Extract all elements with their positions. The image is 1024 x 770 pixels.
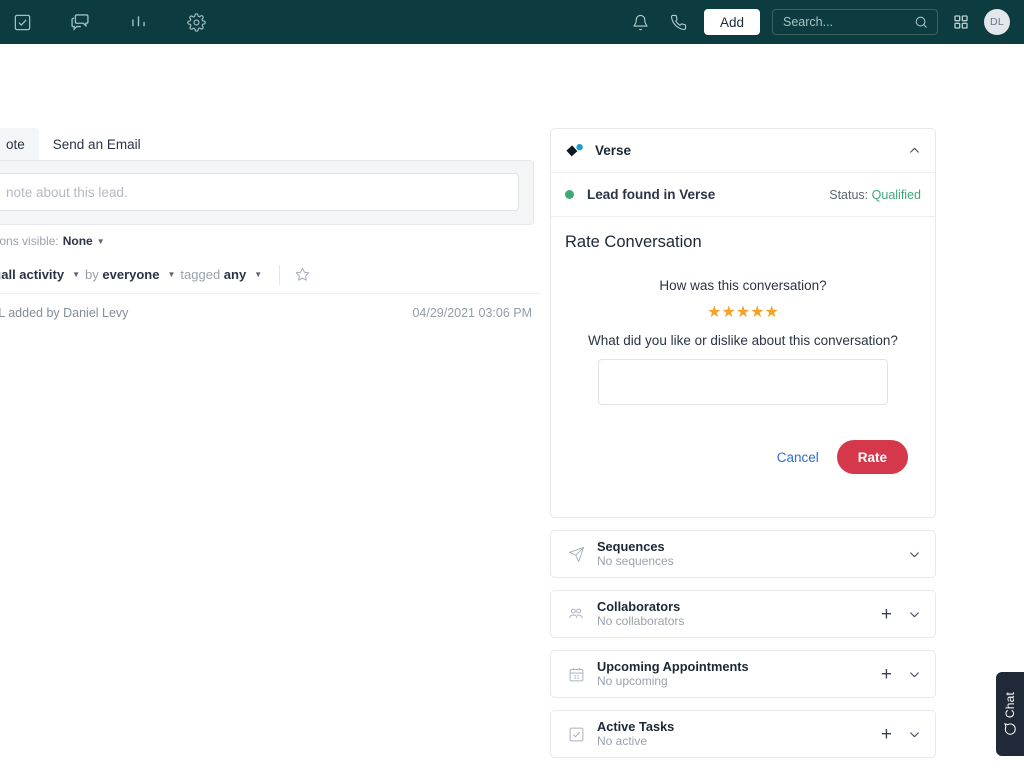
feedback-textarea[interactable] — [598, 359, 888, 405]
verse-status-label: Lead found in Verse — [587, 187, 716, 202]
verse-status-row: Lead found in Verse Status: Qualified — [551, 173, 935, 217]
divider — [279, 264, 281, 285]
composer-tabs: ote Send an Email — [0, 128, 540, 160]
right-sidebar: Verse Lead found in Verse Status: Qualif… — [550, 128, 936, 770]
calendar-icon: 31 — [565, 666, 587, 683]
active-tasks-subtitle: No active — [597, 734, 648, 748]
upcoming-appointments-card[interactable]: 31 Upcoming Appointments No upcoming + — [550, 650, 936, 698]
rate-conversation-form: Rate Conversation How was this conversat… — [551, 217, 935, 517]
paper-plane-icon — [565, 546, 587, 563]
filter-tagged-value: any — [223, 267, 247, 282]
tab-send-an-email[interactable]: Send an Email — [39, 128, 155, 160]
filter-tagged-label: tagged — [180, 267, 221, 282]
upcoming-appointments-title: Upcoming Appointments — [597, 659, 749, 674]
feedback-question: What did you like or dislike about this … — [588, 333, 898, 348]
rate-submit-button[interactable]: Rate — [836, 440, 908, 474]
phone-icon[interactable] — [666, 9, 692, 35]
verse-card: Verse Lead found in Verse Status: Qualif… — [550, 128, 936, 518]
chevron-down-icon: ▼ — [72, 270, 81, 279]
sequences-subtitle: No sequences — [597, 554, 674, 568]
filter-activity-value: all activity — [1, 267, 65, 282]
add-task-icon[interactable]: + — [881, 725, 892, 744]
active-tasks-actions: + — [881, 725, 921, 744]
collaborators-subtitle: No collaborators — [597, 614, 685, 628]
sequences-title: Sequences — [597, 539, 665, 554]
search-icon — [914, 15, 929, 30]
sequences-actions — [908, 548, 921, 561]
add-button[interactable]: Add — [703, 9, 760, 35]
active-tasks-title: Active Tasks — [597, 719, 675, 734]
note-composer: note about this lead. — [0, 160, 534, 225]
chevron-up-icon[interactable] — [908, 144, 921, 157]
status-prefix: Status: — [829, 187, 869, 202]
collaborators-text: Collaborators No collaborators — [597, 599, 684, 629]
activity-text: l L added by Daniel Levy — [0, 306, 129, 320]
upcoming-appointments-subtitle: No upcoming — [597, 674, 668, 688]
search-placeholder: Search... — [783, 15, 834, 29]
chevron-down-icon[interactable] — [908, 548, 921, 561]
activity-filter-row: g all activity ▼ by everyone ▼ tagged an… — [0, 256, 540, 294]
sequences-card[interactable]: Sequences No sequences — [550, 530, 936, 578]
filter-by-value: everyone — [102, 267, 160, 282]
search-input[interactable]: Search... — [772, 9, 938, 35]
rating-question: How was this conversation? — [659, 278, 827, 293]
verse-logo-icon — [565, 143, 585, 159]
sequences-text: Sequences No sequences — [597, 539, 674, 569]
chevron-down-icon[interactable]: ▼ — [97, 237, 105, 246]
filter-tagged[interactable]: any ▼ — [224, 267, 262, 282]
filter-by-label: by — [85, 267, 99, 282]
add-collaborator-icon[interactable]: + — [881, 605, 892, 624]
avatar[interactable]: DL — [984, 9, 1010, 35]
topbar-left-icons — [0, 2, 216, 42]
topbar-right-controls: Add Search... DL — [628, 9, 1024, 35]
verse-title: Verse — [595, 143, 632, 158]
note-input[interactable]: note about this lead. — [0, 173, 519, 211]
filter-by[interactable]: everyone ▼ — [102, 267, 175, 282]
filter-activity[interactable]: all activity ▼ — [1, 267, 80, 282]
add-appointment-icon[interactable]: + — [881, 665, 892, 684]
apps-grid-icon[interactable] — [950, 11, 972, 33]
activity-list-item: l L added by Daniel Levy 04/29/2021 03:0… — [0, 296, 540, 330]
top-navigation-bar: Add Search... DL — [0, 0, 1024, 44]
status-value: Qualified — [871, 187, 921, 202]
collaborators-card[interactable]: Collaborators No collaborators + — [550, 590, 936, 638]
status-dot-icon — [565, 190, 574, 199]
visibility-value[interactable]: None — [63, 234, 93, 248]
chat-bubble-icon — [1003, 722, 1017, 736]
status-badge: Status: Qualified — [829, 188, 921, 202]
upcoming-appointments-text: Upcoming Appointments No upcoming — [597, 659, 749, 689]
chevron-down-icon: ▼ — [167, 270, 176, 279]
star-rating[interactable]: ★★★★★ — [565, 302, 921, 322]
activity-timestamp: 04/29/2021 03:06 PM — [412, 306, 532, 320]
chevron-down-icon[interactable] — [908, 608, 921, 621]
checkbox-icon — [565, 726, 587, 743]
tasks-checkbox-icon[interactable] — [2, 2, 42, 42]
notifications-bell-icon[interactable] — [628, 9, 654, 35]
chevron-down-icon[interactable] — [908, 728, 921, 741]
active-tasks-text: Active Tasks No active — [597, 719, 674, 749]
svg-text:31: 31 — [573, 674, 579, 680]
upcoming-appointments-actions: + — [881, 665, 921, 684]
cancel-button[interactable]: Cancel — [777, 450, 819, 465]
people-icon — [565, 605, 587, 623]
lead-activity-panel: ote Send an Email note about this lead. … — [0, 44, 540, 768]
visibility-label: ersations visible: — [0, 234, 59, 248]
rate-conversation-title: Rate Conversation — [565, 233, 702, 251]
favorite-star-icon[interactable] — [294, 266, 311, 283]
settings-gear-icon[interactable] — [176, 2, 216, 42]
verse-card-header[interactable]: Verse — [551, 129, 935, 173]
chat-widget-button[interactable]: Chat — [996, 672, 1024, 756]
active-tasks-card[interactable]: Active Tasks No active + — [550, 710, 936, 758]
chat-widget-label: Chat — [1003, 691, 1017, 719]
tab-log-a-note[interactable]: ote — [0, 128, 39, 160]
messages-icon[interactable] — [60, 2, 100, 42]
reports-bar-chart-icon[interactable] — [118, 2, 158, 42]
chevron-down-icon: ▼ — [254, 270, 263, 279]
conversations-visibility-row: ersations visible: None ▼ — [0, 228, 530, 254]
collaborators-actions: + — [881, 605, 921, 624]
collaborators-title: Collaborators — [597, 599, 681, 614]
chevron-down-icon[interactable] — [908, 668, 921, 681]
rate-form-actions: Cancel Rate — [565, 440, 921, 474]
